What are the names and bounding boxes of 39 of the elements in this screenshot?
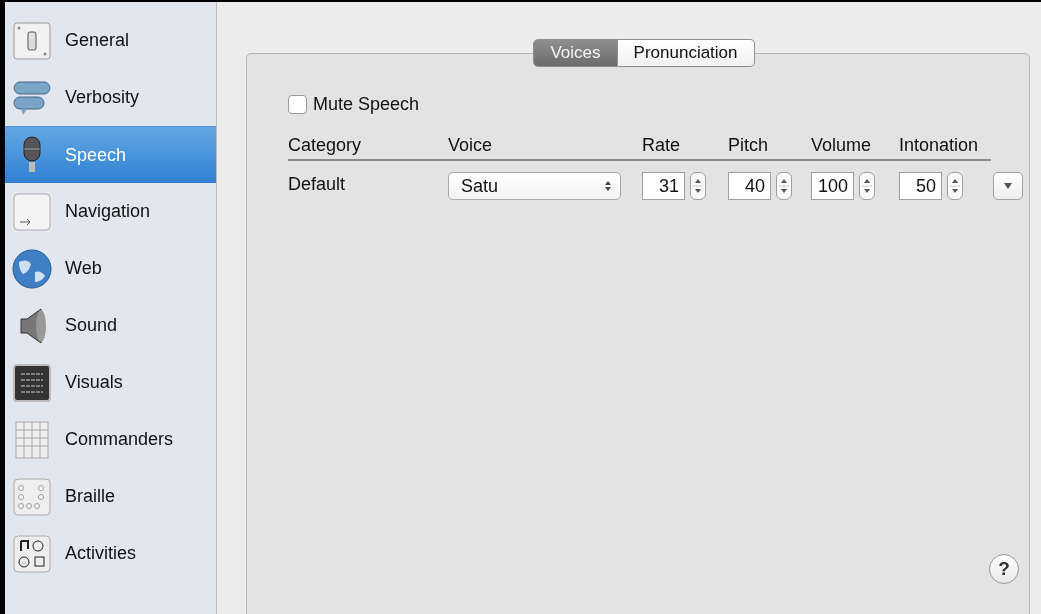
table-cell-text: Default: [288, 173, 347, 196]
sidebar-item[interactable]: Commanders: [5, 411, 216, 468]
sidebar-item[interactable]: Activities: [5, 525, 216, 582]
number-field[interactable]: 31: [642, 172, 685, 200]
sidebar-item[interactable]: Braille: [5, 468, 216, 525]
number-field[interactable]: 40: [728, 172, 771, 200]
globe-icon: [11, 247, 53, 290]
column-header: Pitch: [728, 135, 811, 161]
column-header: Intonation: [899, 135, 991, 161]
sidebar-item[interactable]: General: [5, 12, 216, 69]
voice-dropdown[interactable]: Satu: [448, 172, 621, 200]
stepper[interactable]: [690, 172, 706, 200]
activities-icon: [11, 532, 53, 575]
column-header: Volume: [811, 135, 899, 161]
caret-icon: [1003, 182, 1013, 190]
tab[interactable]: Pronunciation: [617, 39, 755, 67]
stepper[interactable]: [859, 172, 875, 200]
sidebar-item[interactable]: Sound: [5, 297, 216, 354]
column-header: Voice: [448, 135, 642, 161]
sidebar-item[interactable]: Navigation: [5, 183, 216, 240]
column-header: Category: [288, 135, 448, 161]
stepper[interactable]: [947, 172, 963, 200]
column-header: Rate: [642, 135, 728, 161]
braille-dots-icon: [11, 475, 53, 518]
tab[interactable]: Voices: [533, 39, 618, 67]
keyboard-key-icon: [11, 190, 53, 233]
help-button[interactable]: ?: [989, 554, 1019, 584]
switch-icon: [11, 19, 53, 62]
number-field[interactable]: 100: [811, 172, 854, 200]
text-screen-icon: [11, 361, 53, 404]
sidebar-item[interactable]: Web: [5, 240, 216, 297]
sidebar-item[interactable]: Verbosity: [5, 69, 216, 126]
stepper[interactable]: [776, 172, 792, 200]
up-down-arrows-icon: [604, 180, 612, 192]
menu-button[interactable]: [993, 172, 1023, 200]
sidebar-item[interactable]: Visuals: [5, 354, 216, 411]
number-field[interactable]: 50: [899, 172, 942, 200]
checkbox-label: Mute Speech: [313, 94, 420, 115]
mute-checkbox[interactable]: [288, 95, 307, 114]
